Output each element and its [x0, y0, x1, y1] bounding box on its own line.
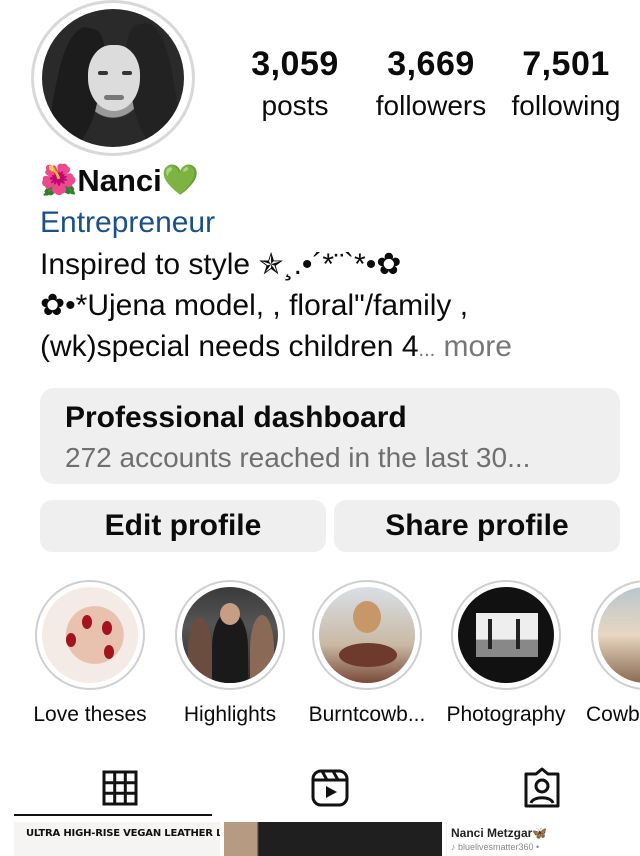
post-thumbnail-caption: ULTRA HIGH-RISE VEGAN LEATHER LEGGINGS	[26, 828, 220, 839]
profile-content-tabs	[0, 758, 640, 818]
hibiscus-icon: 🌺	[40, 164, 78, 197]
bio-more-link[interactable]: more	[435, 330, 512, 363]
tab-posts-grid[interactable]	[98, 766, 142, 810]
followers-label: followers	[375, 90, 487, 121]
posts-grid: ULTRA HIGH-RISE VEGAN LEATHER LEGGINGS N…	[0, 822, 640, 856]
highlight-label: Love theses	[33, 703, 147, 726]
reels-icon	[311, 769, 349, 807]
bio-ellipsis: ...	[418, 339, 436, 361]
highlight-cover-ring	[591, 580, 640, 690]
profile-avatar[interactable]	[31, 0, 195, 156]
posts-stat[interactable]: 3,059 posts	[238, 42, 352, 126]
following-stat[interactable]: 7,501 following	[502, 42, 630, 126]
followers-count: 3,669	[387, 45, 475, 83]
posts-label: posts	[261, 90, 329, 121]
post-thumbnail[interactable]	[224, 822, 442, 856]
highlight-item[interactable]: Photography	[436, 580, 576, 730]
dashboard-subtitle: 272 accounts reached in the last 30...	[65, 442, 531, 473]
share-profile-button[interactable]: Share profile	[334, 500, 620, 552]
highlight-label: Photography	[446, 703, 566, 726]
highlight-cover-ring	[35, 580, 145, 690]
story-highlights: Love theses Highlights Burntcowb... Phot…	[0, 580, 640, 730]
highlight-cover-nails	[42, 587, 138, 683]
highlight-label: Highlights	[183, 703, 277, 726]
post-thumbnail-audio: ♪ bluelivesmatter360 •	[451, 842, 540, 852]
highlight-cover-bridge	[458, 587, 554, 683]
professional-dashboard-card[interactable]: Professional dashboard 272 accounts reac…	[40, 388, 620, 484]
posts-count: 3,059	[251, 45, 339, 83]
highlight-item[interactable]: Love theses	[20, 580, 160, 730]
highlight-item[interactable]: Cowb	[576, 580, 640, 730]
bio-line-2: ✿•*Ujena model, , floral"/family ,	[40, 289, 469, 322]
highlight-cover-people	[182, 587, 278, 683]
highlight-label: Cowb	[586, 703, 640, 726]
highlight-cover-hat	[319, 587, 415, 683]
tab-tagged[interactable]	[520, 766, 564, 810]
following-count: 7,501	[522, 45, 610, 83]
profile-name: 🌺 Nanci 💚	[40, 160, 630, 202]
highlight-item[interactable]: Highlights	[160, 580, 300, 730]
highlight-cover-ring	[175, 580, 285, 690]
profile-bio: 🌺 Nanci 💚 Entrepreneur Inspired to style…	[40, 160, 630, 371]
avatar-photo	[42, 9, 184, 147]
grid-icon	[102, 770, 138, 806]
bio-more-label: more	[443, 330, 512, 363]
post-thumbnail[interactable]: ULTRA HIGH-RISE VEGAN LEATHER LEGGINGS	[14, 822, 220, 856]
selected-tab-indicator	[14, 814, 212, 816]
tab-reels[interactable]	[308, 766, 352, 810]
bio-line-1: Inspired to style ✯¸.•´*¨`*•✿	[40, 248, 402, 281]
dashboard-title: Professional dashboard	[65, 401, 407, 434]
post-thumbnail-author: Nanci Metzgar🦋	[451, 826, 548, 840]
edit-profile-button[interactable]: Edit profile	[40, 500, 326, 552]
tagged-icon	[524, 767, 560, 808]
followers-stat[interactable]: 3,669 followers	[366, 42, 496, 126]
profile-screen: 3,059 posts 3,669 followers 7,501 follow…	[0, 0, 640, 856]
bio-line-3-text: (wk)special needs children 4	[40, 330, 419, 363]
bio-line-3: (wk)special needs children 4... more	[40, 326, 630, 371]
highlight-cover-cowboy	[598, 587, 640, 683]
highlight-cover-ring	[312, 580, 422, 690]
highlight-cover-ring	[451, 580, 561, 690]
profile-name-text: Nanci	[77, 163, 162, 198]
highlight-item[interactable]: Burntcowb...	[297, 580, 437, 730]
post-thumbnail[interactable]: Nanci Metzgar🦋 ♪ bluelivesmatter360 •	[446, 822, 640, 856]
highlight-label: Burntcowb...	[308, 703, 426, 726]
green-heart-icon: 💚	[161, 164, 200, 197]
following-label: following	[511, 90, 621, 121]
profile-category[interactable]: Entrepreneur	[40, 202, 630, 244]
